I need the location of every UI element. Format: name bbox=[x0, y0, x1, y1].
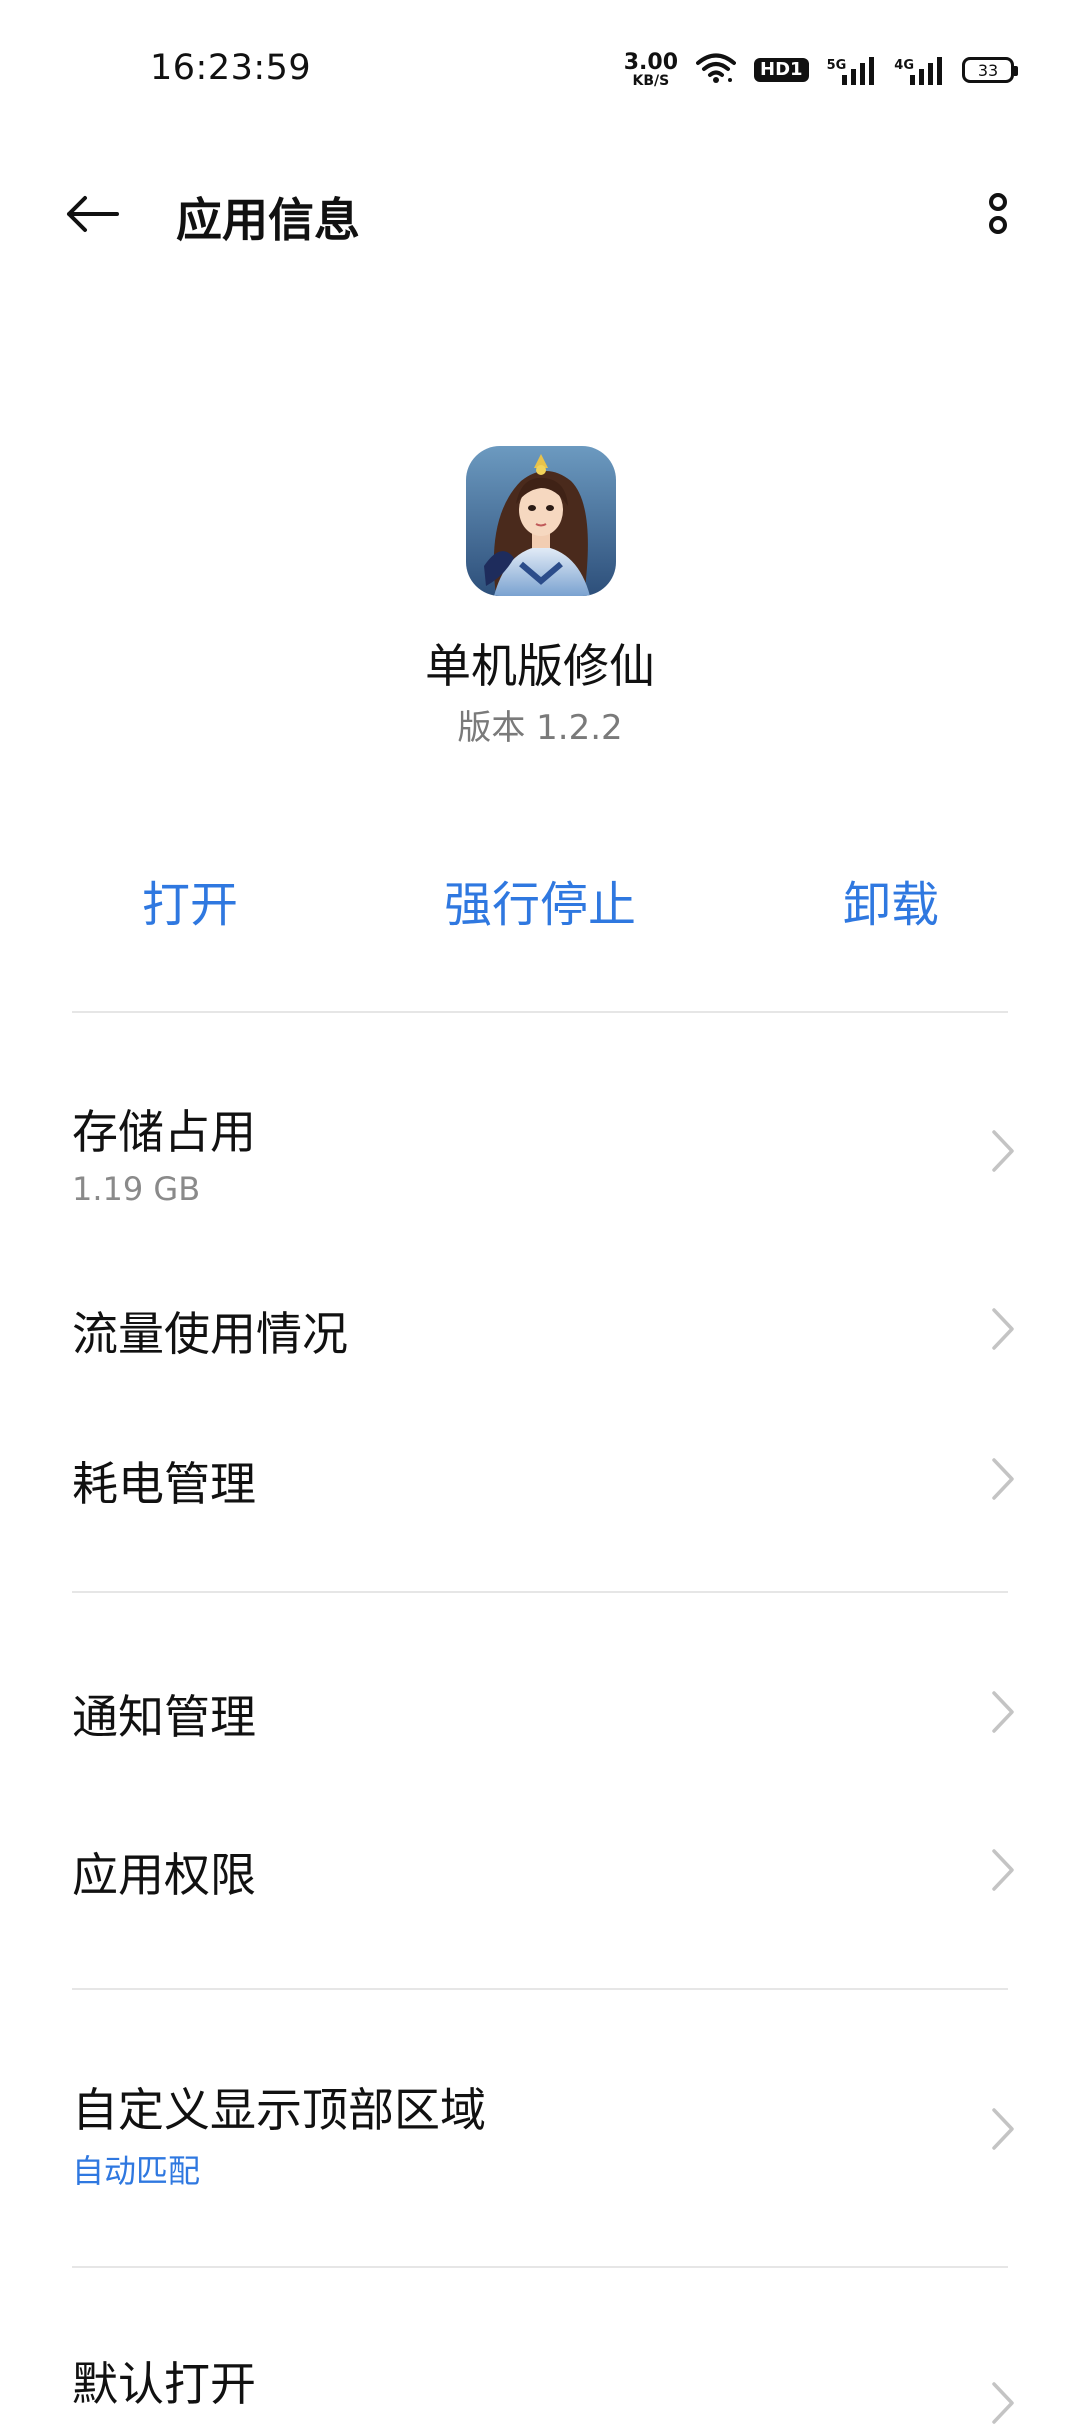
divider bbox=[72, 1011, 1008, 1013]
sim1-signal-icon: 5G bbox=[827, 55, 877, 85]
app-name: 单机版修仙 bbox=[425, 639, 655, 693]
page-title: 应用信息 bbox=[176, 193, 360, 247]
status-icons: 3.00 KB/S HD1 5G 4G 33 bbox=[623, 50, 1018, 90]
data-usage-title: 流量使用情况 bbox=[72, 1307, 348, 1361]
chevron-right-icon bbox=[992, 1308, 1014, 1350]
chevron-right-icon bbox=[992, 1691, 1014, 1733]
more-vertical-icon bbox=[989, 193, 1007, 234]
power-management-item[interactable]: 耗电管理 bbox=[0, 1400, 1080, 1550]
custom-display-top-area-item[interactable]: 自定义显示顶部区域 自动匹配 bbox=[0, 2030, 1080, 2220]
hd-voice-icon: HD1 bbox=[754, 58, 809, 82]
chevron-right-icon bbox=[992, 1458, 1014, 1500]
open-button[interactable]: 打开 bbox=[30, 865, 350, 935]
app-version: 版本 1.2.2 bbox=[457, 708, 623, 748]
chevron-right-icon bbox=[992, 1849, 1014, 1891]
custom-display-top-area-value: 自动匹配 bbox=[72, 2152, 201, 2190]
network-speed: 3.00 KB/S bbox=[623, 50, 679, 89]
app-bar: 应用信息 bbox=[0, 140, 1080, 280]
battery-level: 33 bbox=[977, 60, 999, 80]
app-icon bbox=[466, 446, 616, 596]
battery-icon: 33 bbox=[962, 57, 1018, 83]
status-bar: 16:23:59 3.00 KB/S HD1 5G 4G 33 bbox=[0, 0, 1080, 140]
divider bbox=[72, 1988, 1008, 1990]
default-open-title: 默认打开 bbox=[72, 2357, 256, 2411]
network-speed-unit: KB/S bbox=[632, 73, 670, 89]
custom-display-top-area-title: 自定义显示顶部区域 bbox=[72, 2083, 486, 2137]
divider bbox=[72, 2266, 1008, 2268]
power-management-title: 耗电管理 bbox=[72, 1457, 256, 1511]
divider bbox=[72, 1591, 1008, 1593]
notification-management-item[interactable]: 通知管理 bbox=[0, 1635, 1080, 1785]
chevron-right-icon bbox=[992, 1130, 1014, 1172]
data-usage-item[interactable]: 流量使用情况 bbox=[0, 1250, 1080, 1400]
chevron-right-icon bbox=[992, 2382, 1014, 2424]
more-options-button[interactable] bbox=[968, 184, 1028, 244]
back-button[interactable] bbox=[62, 184, 122, 244]
uninstall-button[interactable]: 卸载 bbox=[731, 865, 1051, 935]
app-permissions-title: 应用权限 bbox=[72, 1848, 256, 1902]
force-stop-button[interactable]: 强行停止 bbox=[380, 865, 700, 935]
network-speed-value: 3.00 bbox=[623, 50, 679, 75]
default-open-item[interactable]: 默认打开 bbox=[0, 2300, 1080, 2424]
sim2-network-label: 4G bbox=[894, 58, 914, 73]
app-permissions-item[interactable]: 应用权限 bbox=[0, 1793, 1080, 1943]
storage-title: 存储占用 bbox=[72, 1105, 256, 1159]
storage-item[interactable]: 存储占用 1.19 GB bbox=[0, 1060, 1080, 1240]
sim1-network-label: 5G bbox=[826, 58, 847, 73]
status-time: 16:23:59 bbox=[150, 48, 312, 88]
action-buttons: 打开 强行停止 卸载 bbox=[0, 865, 1080, 945]
sim2-signal-icon: 4G bbox=[894, 55, 944, 85]
wifi-icon bbox=[696, 52, 737, 88]
back-arrow-icon bbox=[67, 196, 119, 232]
chevron-right-icon bbox=[992, 2108, 1014, 2150]
storage-size: 1.19 GB bbox=[72, 1170, 201, 1208]
notification-management-title: 通知管理 bbox=[72, 1690, 256, 1744]
